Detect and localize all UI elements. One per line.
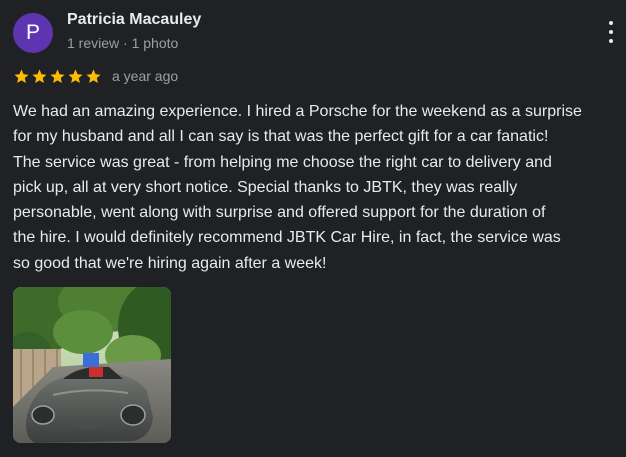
star-icon	[31, 68, 48, 85]
review-date: a year ago	[112, 68, 179, 84]
more-vert-icon-dot	[609, 39, 613, 43]
star-icon	[85, 68, 102, 85]
more-vert-icon	[609, 21, 613, 25]
review-card: P Patricia Macauley 1 review · 1 photo a…	[0, 0, 626, 457]
rating-row: a year ago	[13, 66, 178, 86]
star-icon	[49, 68, 66, 85]
reviewer-meta: 1 review · 1 photo	[67, 35, 179, 51]
star-icon	[67, 68, 84, 85]
star-rating	[13, 68, 102, 85]
avatar-initial: P	[25, 21, 40, 44]
more-vert-icon-dot	[609, 30, 613, 34]
avatar[interactable]: P	[13, 13, 53, 53]
star-icon	[13, 68, 30, 85]
review-text: We had an amazing experience. I hired a …	[13, 103, 582, 272]
review-photo-thumbnail[interactable]	[13, 287, 171, 443]
car-photo-image	[13, 287, 171, 443]
reviewer-name[interactable]: Patricia Macauley	[67, 11, 201, 29]
more-options-button[interactable]	[600, 18, 622, 46]
